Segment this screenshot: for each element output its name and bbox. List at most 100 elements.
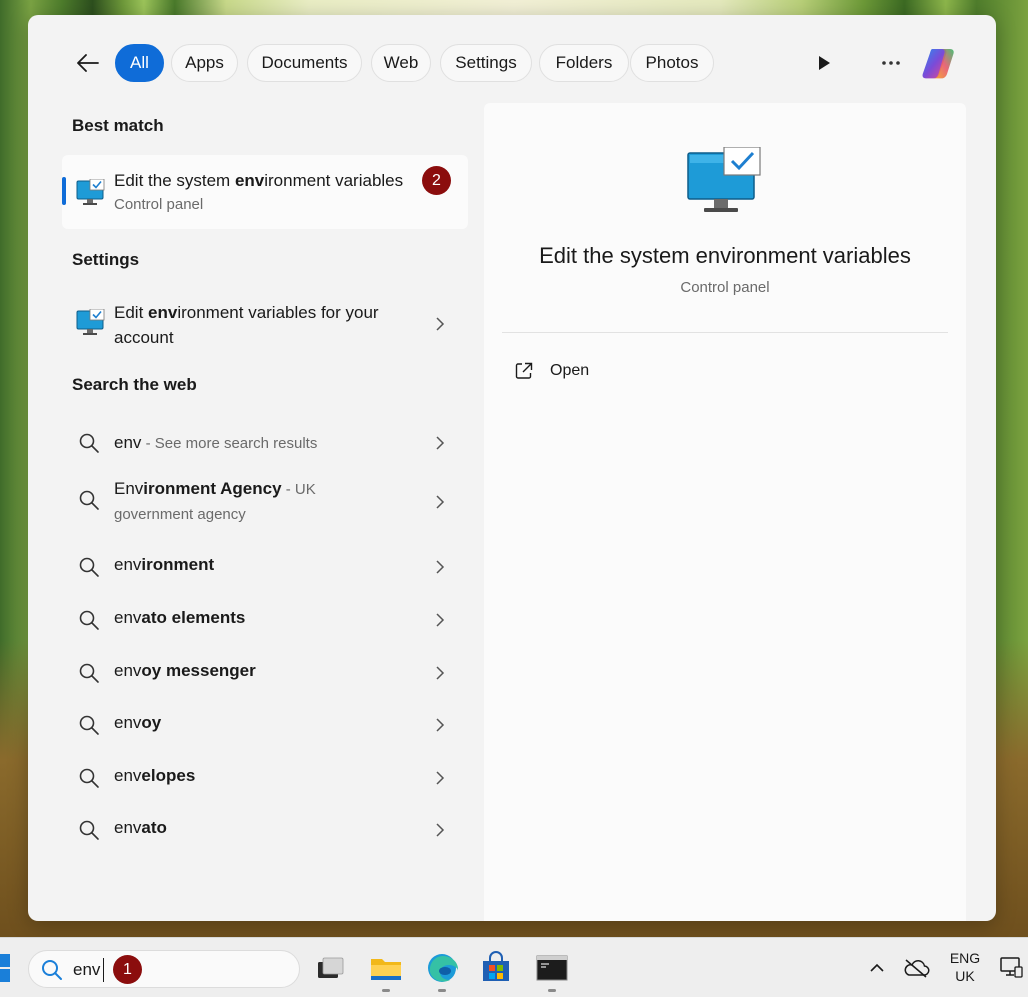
search-icon xyxy=(79,610,99,630)
best-match-item[interactable]: Edit the system environment variables Co… xyxy=(62,155,468,229)
web-result-label: env - See more search results xyxy=(114,433,317,453)
chevron-right-icon xyxy=(436,823,445,837)
settings-item-env-vars[interactable]: Edit environment variables for your accou… xyxy=(62,297,468,353)
store-button[interactable] xyxy=(478,950,514,986)
filter-all[interactable]: All xyxy=(115,44,164,82)
filter-web[interactable]: Web xyxy=(371,44,431,82)
language-indicator[interactable]: ENG UK xyxy=(946,949,984,985)
web-result-sublabel: government agency xyxy=(114,506,246,523)
search-icon xyxy=(79,557,99,577)
detail-pane: Edit the system environment variables Co… xyxy=(484,103,966,921)
text-caret xyxy=(103,958,104,982)
web-result-environment[interactable]: environment xyxy=(62,547,468,587)
cloud-offline-icon xyxy=(904,959,930,978)
monitor-check-icon xyxy=(76,179,105,205)
store-icon xyxy=(483,951,509,981)
chevron-right-icon xyxy=(436,613,445,627)
open-action[interactable]: Open xyxy=(514,358,714,386)
title-text-match: env xyxy=(234,171,265,190)
arrow-left-icon xyxy=(77,54,99,72)
label-query: env xyxy=(114,433,142,452)
label-line2: account xyxy=(114,328,174,347)
web-result-label: envato xyxy=(114,818,167,838)
label-match: ato elements xyxy=(141,608,246,627)
label-match: env xyxy=(148,303,178,322)
search-icon xyxy=(79,433,99,453)
chevron-right-icon xyxy=(436,436,445,450)
start-button[interactable] xyxy=(0,952,12,984)
label-pre: env xyxy=(114,713,142,732)
settings-heading: Settings xyxy=(72,250,140,269)
filter-documents[interactable]: Documents xyxy=(247,44,362,82)
show-hidden-icons-button[interactable] xyxy=(866,958,888,978)
play-button[interactable] xyxy=(814,53,834,73)
label-pre: Edit xyxy=(114,303,149,322)
web-result-label: environment xyxy=(114,555,214,575)
best-match-heading: Best match xyxy=(72,116,164,135)
ellipsis-icon xyxy=(882,61,900,65)
terminal-button[interactable] xyxy=(534,950,570,992)
more-options-button[interactable] xyxy=(878,51,904,75)
windows-logo-icon xyxy=(0,954,10,982)
edge-browser-icon xyxy=(428,954,459,982)
selection-indicator xyxy=(62,177,66,205)
filter-photos[interactable]: Photos xyxy=(630,44,714,82)
web-result-environment-agency[interactable]: Environment Agency - UK government agenc… xyxy=(62,475,468,531)
label-pre: env xyxy=(114,661,142,680)
web-result-envato-elements[interactable]: envato elements xyxy=(62,600,468,640)
web-result-label: envelopes xyxy=(114,766,195,786)
label-pre: Env xyxy=(114,479,144,498)
notifications-button[interactable] xyxy=(998,954,1024,980)
search-icon xyxy=(79,490,99,510)
chevron-up-icon xyxy=(870,963,884,972)
copilot-icon xyxy=(922,49,954,79)
chevron-right-icon xyxy=(436,560,445,574)
detail-title: Edit the system environment variables xyxy=(539,243,911,268)
search-icon xyxy=(79,820,99,840)
title-text-pre: Edit the system xyxy=(114,171,235,190)
monitor-check-icon xyxy=(76,309,105,335)
onedrive-button[interactable] xyxy=(902,956,930,980)
web-result-envoy-messenger[interactable]: envoy messenger xyxy=(62,653,468,693)
search-icon xyxy=(79,768,99,788)
step-badge: 1 xyxy=(113,955,142,984)
divider xyxy=(502,332,948,333)
label-match: oy xyxy=(141,713,162,732)
taskbar-search-input[interactable]: env 1 xyxy=(28,950,300,988)
chevron-right-icon xyxy=(436,317,445,331)
label-pre: env xyxy=(114,818,142,837)
copilot-button[interactable] xyxy=(920,45,958,81)
label-post: ironment variables for your xyxy=(177,303,379,322)
edge-button[interactable] xyxy=(424,950,460,992)
search-icon xyxy=(42,960,62,980)
start-search-panel: All Apps Documents Web Settings Folders … xyxy=(28,15,996,921)
search-icon xyxy=(79,663,99,683)
keyboard-layout: UK xyxy=(955,968,975,984)
label-suffix: - UK xyxy=(281,481,316,498)
filter-settings[interactable]: Settings xyxy=(440,44,532,82)
monitor-check-large-icon xyxy=(687,147,761,212)
best-match-title: Edit the system environment variables xyxy=(114,171,403,191)
filter-apps[interactable]: Apps xyxy=(171,44,238,82)
detail-subtitle: Control panel xyxy=(680,279,770,296)
search-web-heading: Search the web xyxy=(72,375,197,394)
label-match: ironment Agency xyxy=(143,479,282,498)
label-suffix: - See more search results xyxy=(141,435,318,452)
web-result-label: envoy messenger xyxy=(114,661,256,681)
web-result-envelopes[interactable]: envelopes xyxy=(62,758,468,798)
command-prompt-icon xyxy=(536,955,568,981)
settings-item-label: Edit environment variables for your accou… xyxy=(114,300,379,350)
file-explorer-button[interactable] xyxy=(368,950,404,992)
web-result-label: Environment Agency - UK xyxy=(114,479,316,499)
running-indicator xyxy=(438,989,446,992)
web-result-envoy[interactable]: envoy xyxy=(62,705,468,745)
label-pre: env xyxy=(114,766,142,785)
web-result-env[interactable]: env - See more search results xyxy=(62,423,468,463)
web-result-envato[interactable]: envato xyxy=(62,810,468,850)
open-label: Open xyxy=(550,362,590,379)
play-icon xyxy=(819,56,830,70)
task-view-button[interactable] xyxy=(312,950,348,986)
filter-folders[interactable]: Folders xyxy=(539,44,629,82)
chevron-right-icon xyxy=(436,718,445,732)
back-button[interactable] xyxy=(72,49,104,77)
